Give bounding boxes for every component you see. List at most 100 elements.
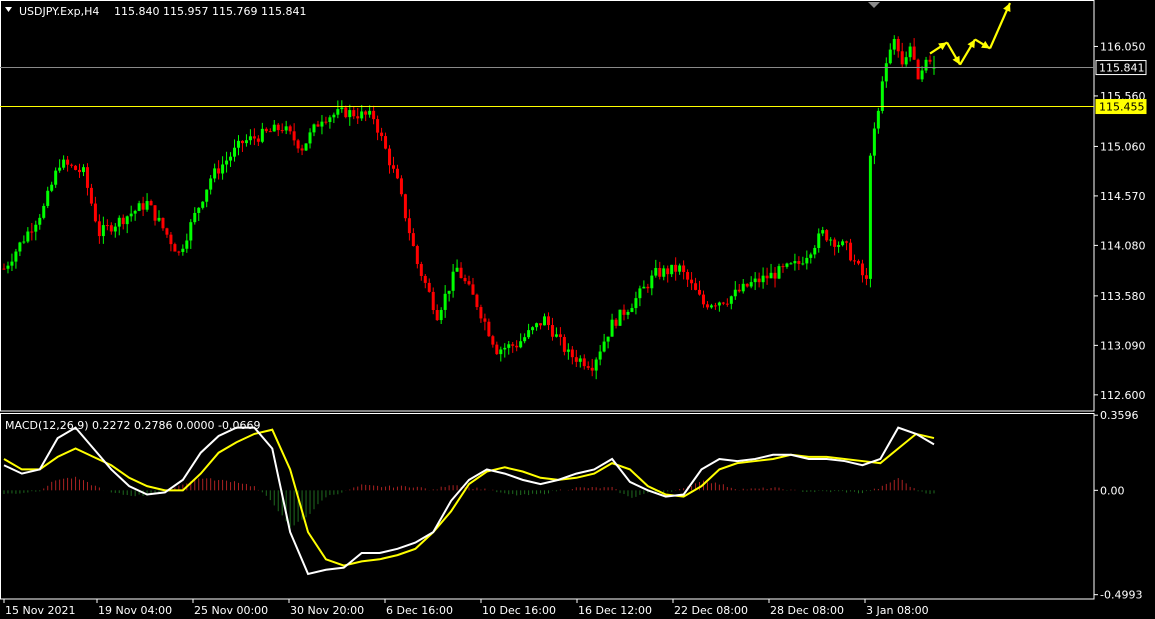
candle-body [562, 337, 566, 352]
candle-body [316, 124, 320, 127]
candle-body [578, 358, 582, 362]
candle-body [638, 288, 642, 299]
candle-body [761, 275, 765, 283]
candle-body [109, 225, 113, 232]
candle-body [646, 286, 650, 289]
candle-body [411, 233, 415, 247]
candle-body [511, 344, 515, 346]
candle-body [395, 168, 399, 179]
candle-body [117, 217, 121, 227]
candle-body [924, 59, 928, 71]
candle-body [698, 289, 702, 295]
candle-body [292, 131, 296, 141]
candle-body [320, 121, 324, 127]
candle-body [670, 264, 674, 275]
candle-body [900, 51, 904, 65]
candle-body [912, 46, 916, 60]
candle-body [829, 239, 833, 241]
candle-body [654, 267, 658, 276]
candle-body [876, 110, 880, 129]
candle-body [459, 267, 463, 278]
candle-body [626, 311, 630, 315]
candle-body [260, 128, 264, 142]
candle-body [527, 330, 531, 338]
candle-body [399, 178, 403, 195]
candle-body [332, 114, 336, 118]
candle-body [6, 265, 10, 269]
candle-body [682, 265, 686, 273]
candle-body [336, 109, 340, 115]
candle-body [741, 283, 745, 292]
candle-body [177, 251, 181, 253]
candle-body [503, 347, 507, 350]
candle-body [896, 38, 900, 52]
macd-axis-label-0: 0.3596 [1100, 409, 1139, 422]
candle-body [590, 367, 594, 371]
candle-body [550, 325, 554, 337]
candle-body [248, 136, 252, 141]
candle-body [737, 289, 741, 292]
candle-body [868, 155, 872, 279]
candle-body [825, 230, 829, 241]
candle-body [221, 164, 225, 174]
candle-body [539, 323, 543, 326]
price-chart[interactable]: 116.050115.560115.060114.570114.080113.5… [0, 0, 1155, 619]
candle-body [662, 268, 666, 277]
candle-body [674, 264, 678, 272]
candle-body [479, 307, 483, 319]
candle-body [602, 341, 606, 352]
candle-body [308, 132, 312, 144]
candle-body [288, 126, 292, 132]
candle-body [2, 268, 6, 270]
candle-body [324, 121, 328, 123]
time-axis-label-2: 25 Nov 00:00 [194, 604, 268, 617]
price-axis-label-6: 113.090 [1100, 339, 1146, 352]
candle-body [348, 110, 352, 118]
candle-body [757, 278, 761, 283]
candle-body [582, 358, 586, 367]
chart-symbol-label: USDJPY.Exp,H4 [19, 5, 99, 18]
candle-body [233, 147, 237, 157]
candle-body [523, 337, 527, 342]
candle-body [391, 165, 395, 169]
candle-body [781, 266, 785, 268]
price-axis-label-7: 112.600 [1100, 389, 1146, 402]
candle-body [793, 261, 797, 264]
candle-body [570, 349, 574, 358]
candle-body [789, 263, 793, 265]
candle-body [499, 349, 503, 355]
candle-body [360, 111, 364, 119]
candle-body [46, 190, 50, 206]
candle-body [276, 124, 280, 131]
candle-body [471, 284, 475, 295]
candle-body [74, 165, 78, 170]
candle-body [864, 275, 868, 279]
candle-body [256, 138, 260, 142]
candle-body [193, 212, 197, 223]
candle-body [85, 167, 89, 188]
candle-body [610, 319, 614, 337]
candle-body [356, 116, 360, 119]
candle-body [753, 278, 757, 283]
candle-body [713, 305, 717, 307]
candle-body [642, 286, 646, 289]
candle-body [785, 263, 789, 267]
price-axis-label-0: 116.050 [1100, 40, 1146, 53]
macd-indicator-label: MACD(12,26,9) 0.2272 0.2786 0.0000 -0.06… [5, 419, 260, 432]
candle-body [797, 261, 801, 264]
candle-body [121, 217, 125, 225]
time-axis-label-7: 22 Dec 08:00 [674, 604, 748, 617]
candle-body [892, 38, 896, 50]
candle-body [833, 239, 837, 247]
candle-body [161, 217, 165, 229]
candle-body [54, 170, 58, 185]
candle-body [694, 283, 698, 290]
candle-body [205, 189, 209, 202]
candle-body [149, 201, 153, 206]
candle-body [252, 136, 256, 139]
candle-body [280, 130, 284, 132]
candle-body [507, 344, 511, 348]
candle-body [81, 167, 85, 173]
candle-body [439, 309, 443, 321]
candle-body [817, 233, 821, 248]
